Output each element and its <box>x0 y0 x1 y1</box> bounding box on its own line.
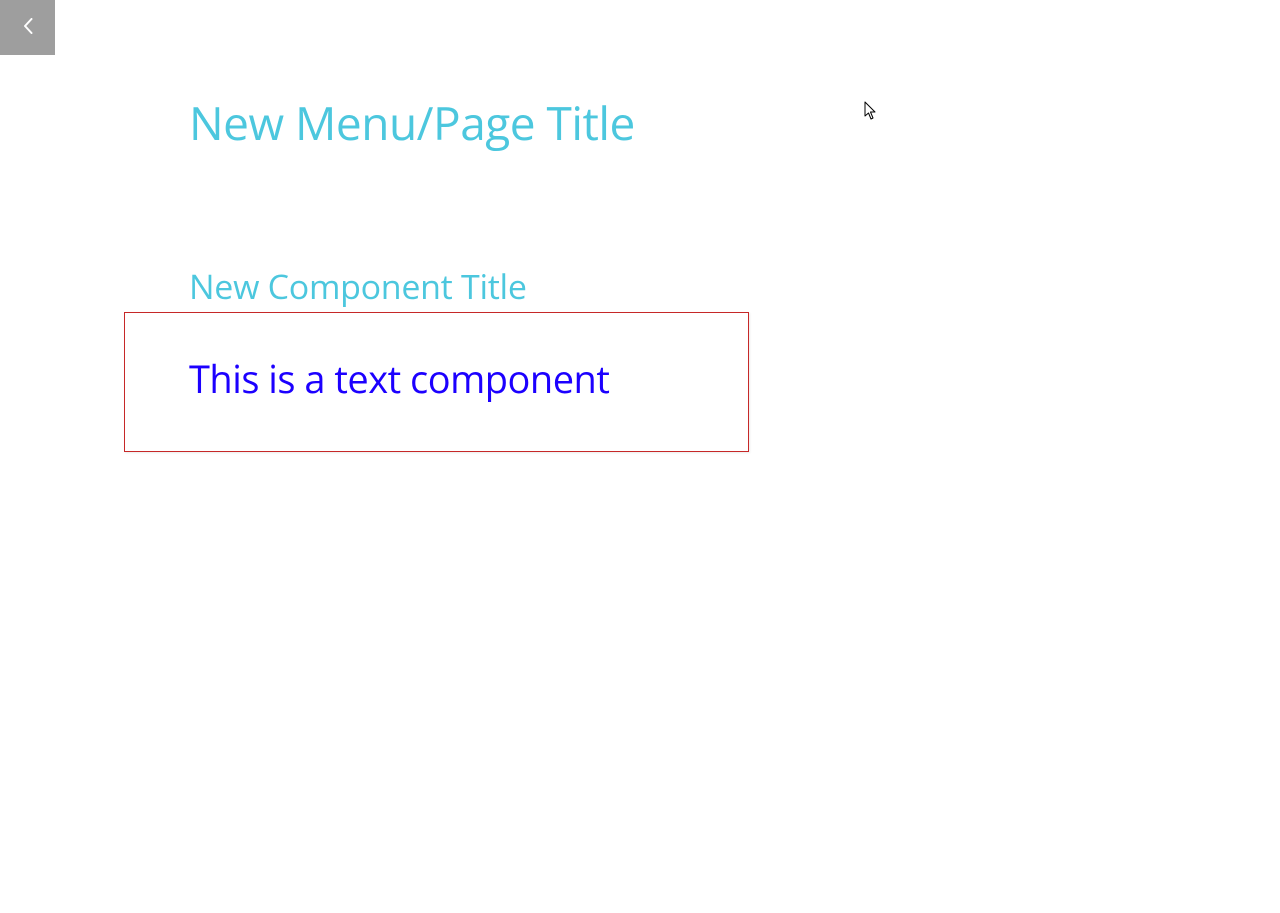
text-component-content: This is a text component <box>189 353 684 405</box>
sidebar-collapse-button[interactable] <box>0 0 55 55</box>
text-component-selected[interactable]: This is a text component <box>124 312 749 452</box>
cursor-icon <box>864 101 878 126</box>
chevron-left-icon <box>23 17 33 39</box>
component-title: New Component Title <box>189 263 527 309</box>
page-title: New Menu/Page Title <box>189 92 635 154</box>
